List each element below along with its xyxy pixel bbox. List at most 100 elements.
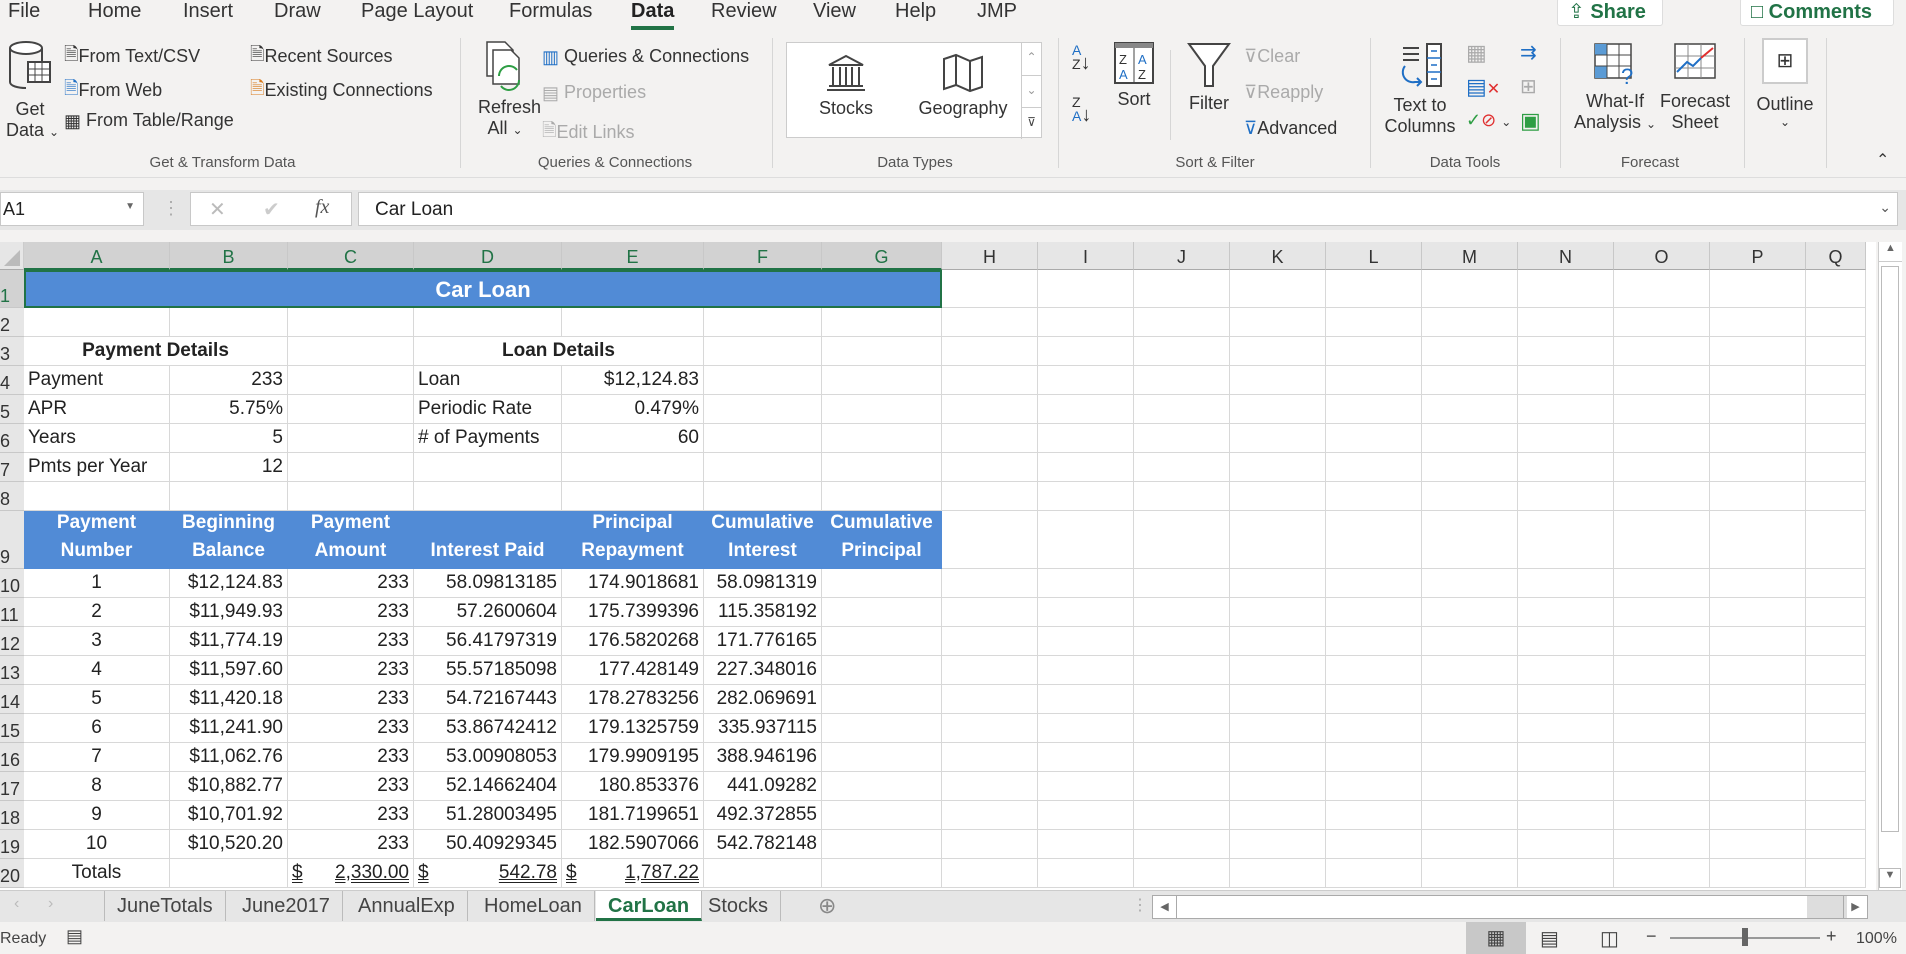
payment-detail-value[interactable]: 12: [170, 453, 288, 482]
tab-file[interactable]: File: [8, 0, 40, 30]
empty-cell[interactable]: [1134, 453, 1230, 482]
empty-cell[interactable]: [1422, 366, 1518, 395]
empty-cell[interactable]: [1134, 801, 1230, 830]
scroll-left-arrow-icon[interactable]: ◀: [1153, 896, 1177, 918]
table-cell[interactable]: 542.782148: [704, 830, 822, 859]
table-cell[interactable]: [822, 801, 942, 830]
row-header-16[interactable]: 16: [0, 743, 24, 772]
empty-cell[interactable]: [1422, 830, 1518, 859]
tab-review[interactable]: Review: [711, 0, 777, 30]
table-cell[interactable]: [822, 627, 942, 656]
empty-cell[interactable]: [1326, 830, 1422, 859]
empty-cell[interactable]: [1038, 337, 1134, 366]
row-header-11[interactable]: 11: [0, 598, 24, 627]
empty-cell[interactable]: [24, 308, 170, 337]
empty-cell[interactable]: [1326, 714, 1422, 743]
page-break-view-icon[interactable]: ◫: [1600, 926, 1619, 951]
sheet-tab-homeloan[interactable]: HomeLoan: [472, 891, 595, 921]
column-header-q[interactable]: Q: [1806, 242, 1866, 270]
row-header-8[interactable]: 8: [0, 482, 24, 511]
empty-cell[interactable]: [1710, 714, 1806, 743]
empty-cell[interactable]: [1230, 337, 1326, 366]
row-header-20[interactable]: 20: [0, 859, 24, 888]
empty-cell[interactable]: [822, 308, 942, 337]
flash-fill-button[interactable]: ▦: [1466, 40, 1487, 66]
empty-cell[interactable]: [1422, 511, 1518, 569]
empty-cell[interactable]: [1326, 424, 1422, 453]
empty-cell[interactable]: [942, 627, 1038, 656]
empty-cell[interactable]: [1422, 656, 1518, 685]
empty-cell[interactable]: [1038, 482, 1134, 511]
empty-cell[interactable]: [1230, 830, 1326, 859]
empty-cell[interactable]: [1614, 772, 1710, 801]
empty-cell[interactable]: [1230, 366, 1326, 395]
empty-cell[interactable]: [942, 772, 1038, 801]
empty-cell[interactable]: [1806, 366, 1866, 395]
empty-cell[interactable]: [1326, 366, 1422, 395]
sheet-tab-stocks[interactable]: Stocks: [696, 891, 782, 921]
table-cell[interactable]: 176.5820268: [562, 627, 704, 656]
add-sheet-icon[interactable]: ⊕: [818, 893, 836, 919]
empty-cell[interactable]: [1614, 337, 1710, 366]
empty-cell[interactable]: [1422, 743, 1518, 772]
payment-detail-value[interactable]: 5.75%: [170, 395, 288, 424]
table-cell[interactable]: 179.9909195: [562, 743, 704, 772]
empty-cell[interactable]: [414, 308, 562, 337]
tab-splitter-icon[interactable]: ⋮: [1132, 895, 1148, 915]
totals-principal-repayment[interactable]: $1,787.22: [562, 859, 704, 888]
loan-detail-value[interactable]: $12,124.83: [562, 366, 704, 395]
empty-cell[interactable]: [1422, 569, 1518, 598]
row-header-2[interactable]: 2: [0, 308, 24, 337]
payment-detail-label[interactable]: Pmts per Year: [24, 453, 170, 482]
scroll-down-icon[interactable]: ⌄: [1022, 75, 1041, 107]
empty-cell[interactable]: [1134, 337, 1230, 366]
table-cell[interactable]: 6: [24, 714, 170, 743]
column-header-p[interactable]: P: [1710, 242, 1806, 270]
empty-cell[interactable]: [562, 482, 704, 511]
tab-draw[interactable]: Draw: [274, 0, 321, 30]
page-layout-view-icon[interactable]: ▤: [1540, 926, 1559, 951]
empty-cell[interactable]: [1134, 424, 1230, 453]
empty-cell[interactable]: [942, 598, 1038, 627]
data-validation-button[interactable]: ✓⊘ ⌄: [1466, 110, 1511, 131]
empty-cell[interactable]: [704, 424, 822, 453]
empty-cell[interactable]: [704, 859, 822, 888]
table-cell[interactable]: 181.7199651: [562, 801, 704, 830]
empty-cell[interactable]: [1230, 627, 1326, 656]
tab-page-layout[interactable]: Page Layout: [361, 0, 473, 30]
row-header-7[interactable]: 7: [0, 453, 24, 482]
empty-cell[interactable]: [1518, 801, 1614, 830]
empty-cell[interactable]: [1326, 801, 1422, 830]
empty-cell[interactable]: [942, 743, 1038, 772]
empty-cell[interactable]: [704, 453, 822, 482]
empty-cell[interactable]: [1326, 270, 1422, 308]
row-header-19[interactable]: 19: [0, 830, 24, 859]
empty-cell[interactable]: [1710, 859, 1806, 888]
column-header-j[interactable]: J: [1134, 242, 1230, 270]
empty-cell[interactable]: [1518, 569, 1614, 598]
what-if-analysis-button[interactable]: ? What-If Analysis ⌄: [1572, 42, 1658, 133]
empty-cell[interactable]: [1134, 772, 1230, 801]
empty-cell[interactable]: [1710, 627, 1806, 656]
empty-cell[interactable]: [1806, 308, 1866, 337]
remove-duplicates-button[interactable]: ▤✕: [1466, 74, 1500, 100]
empty-cell[interactable]: [1230, 772, 1326, 801]
empty-cell[interactable]: [1326, 627, 1422, 656]
tab-jmp[interactable]: JMP: [977, 0, 1017, 30]
row-header-13[interactable]: 13: [0, 656, 24, 685]
empty-cell[interactable]: [1038, 772, 1134, 801]
table-cell[interactable]: $11,420.18: [170, 685, 288, 714]
empty-cell[interactable]: [1806, 424, 1866, 453]
table-cell[interactable]: 233: [288, 598, 414, 627]
empty-cell[interactable]: [1806, 830, 1866, 859]
payment-detail-value[interactable]: 5: [170, 424, 288, 453]
empty-cell[interactable]: [1230, 453, 1326, 482]
empty-cell[interactable]: [1038, 453, 1134, 482]
empty-cell[interactable]: [1038, 598, 1134, 627]
table-cell[interactable]: 171.776165: [704, 627, 822, 656]
loan-detail-label[interactable]: # of Payments: [414, 424, 562, 453]
horizontal-scrollbar[interactable]: ◀ ▶: [1152, 895, 1868, 919]
column-header-n[interactable]: N: [1518, 242, 1614, 270]
cancel-icon[interactable]: ✕: [209, 197, 226, 222]
sort-z-a-button[interactable]: Z A↓: [1072, 95, 1091, 125]
